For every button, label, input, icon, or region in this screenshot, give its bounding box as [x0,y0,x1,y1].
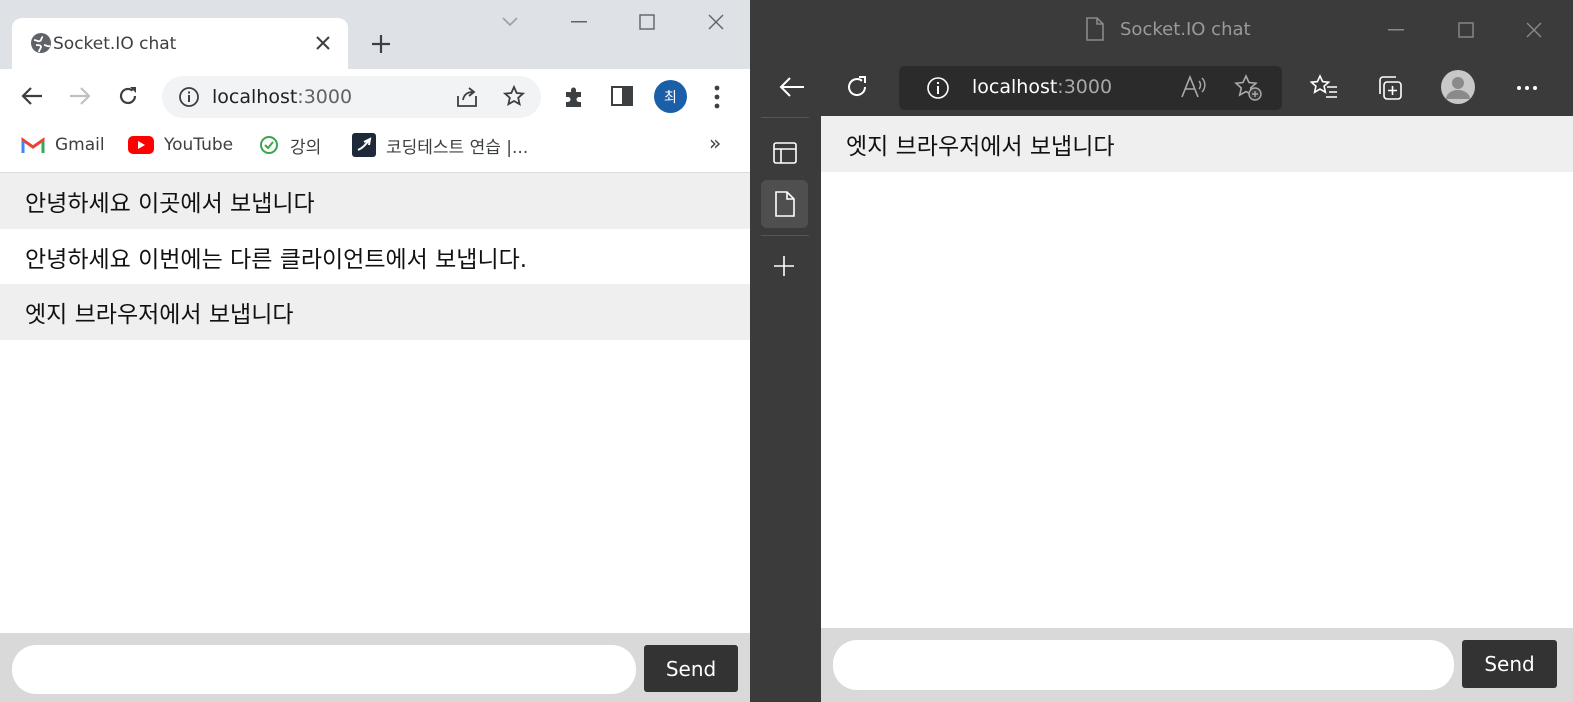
minimize-icon[interactable] [571,21,587,23]
chrome-message-input[interactable] [12,645,636,694]
programmers-icon [352,133,376,157]
lecture-icon [258,134,280,156]
collections-icon[interactable] [1376,74,1404,102]
chrome-send-button[interactable]: Send [644,645,738,692]
chrome-tab-title: Socket.IO chat [53,34,177,54]
site-info-icon[interactable] [926,76,950,100]
back-arrow-icon[interactable] [21,86,43,106]
maximize-icon[interactable] [639,14,655,30]
page-document-icon [775,191,795,217]
tab-actions-icon[interactable] [772,141,798,165]
more-menu-icon[interactable] [1516,85,1538,91]
extensions-puzzle-icon[interactable] [562,85,586,109]
bookmarks-overflow-chevron[interactable]: » [709,131,721,155]
back-arrow-icon[interactable] [779,76,805,98]
add-favorite-icon[interactable] [1234,74,1262,102]
new-tab-icon[interactable] [773,255,795,277]
bookmark-label: 강의 [290,137,322,158]
edge-send-button[interactable]: Send [1462,640,1557,688]
profile-avatar-icon[interactable] [1440,69,1476,105]
edge-window-title: Socket.IO chat [1120,19,1251,40]
side-panel-icon[interactable] [611,86,633,106]
url-host: localhost [972,76,1058,98]
edge-window: Socket.IO chat localhost:3000 엣지 브라우저에서 … [750,0,1573,702]
url-port: :3000 [297,86,353,108]
more-menu-icon[interactable] [714,85,720,109]
window-close-icon[interactable] [708,14,724,30]
gmail-icon [21,136,45,154]
chrome-url-text: localhost:3000 [212,86,352,108]
reload-icon[interactable] [845,75,869,99]
bookmark-lecture[interactable]: 강의 [258,133,322,158]
chat-message: 엣지 브라우저에서 보냅니다 [0,284,750,340]
reload-icon[interactable] [117,85,139,107]
page-document-icon [1086,17,1104,41]
chat-message: 안녕하세요 이번에는 다른 클라이언트에서 보냅니다. [25,247,528,273]
url-host: localhost [212,86,298,108]
youtube-icon [128,136,154,154]
sidebar-divider [761,117,809,118]
bookmark-youtube[interactable]: YouTube [128,133,233,157]
maximize-icon[interactable] [1458,22,1474,38]
minimize-icon[interactable] [1388,29,1404,31]
chrome-window: Socket.IO chat localhost:3000 최 Gmail Yo… [0,0,750,702]
bookmark-gmail[interactable]: Gmail [21,133,105,157]
new-tab-icon[interactable] [370,33,392,55]
chat-message: 안녕하세요 이곳에서 보냅니다 [0,173,750,229]
forward-arrow-icon[interactable] [69,86,91,106]
bookmark-coding-test[interactable]: 코딩테스트 연습 |... [352,133,529,158]
bookmark-label: Gmail [55,135,105,155]
globe-icon [30,32,52,54]
url-port: :3000 [1057,76,1113,98]
bookmark-label: 코딩테스트 연습 |... [386,137,529,158]
chat-message: 엣지 브라우저에서 보냅니다 [821,116,1573,172]
bookmark-label: YouTube [164,135,234,155]
edge-chat-page: 엣지 브라우저에서 보냅니다 [821,116,1573,628]
window-close-icon[interactable] [1526,22,1542,38]
chrome-chat-page: 안녕하세요 이곳에서 보냅니다 안녕하세요 이번에는 다른 클라이언트에서 보냅… [0,173,750,633]
share-icon[interactable] [455,86,479,108]
profile-avatar[interactable]: 최 [654,80,687,113]
close-tab-icon[interactable] [315,35,331,51]
site-info-icon[interactable] [178,86,200,108]
bookmark-star-icon[interactable] [503,85,525,107]
edge-message-input[interactable] [833,640,1454,690]
read-aloud-icon[interactable] [1180,75,1206,99]
sidebar-divider [761,235,809,236]
favorites-icon[interactable] [1310,74,1338,100]
tab-search-chevron-icon[interactable] [501,16,519,28]
edge-url-text: localhost:3000 [972,76,1112,98]
